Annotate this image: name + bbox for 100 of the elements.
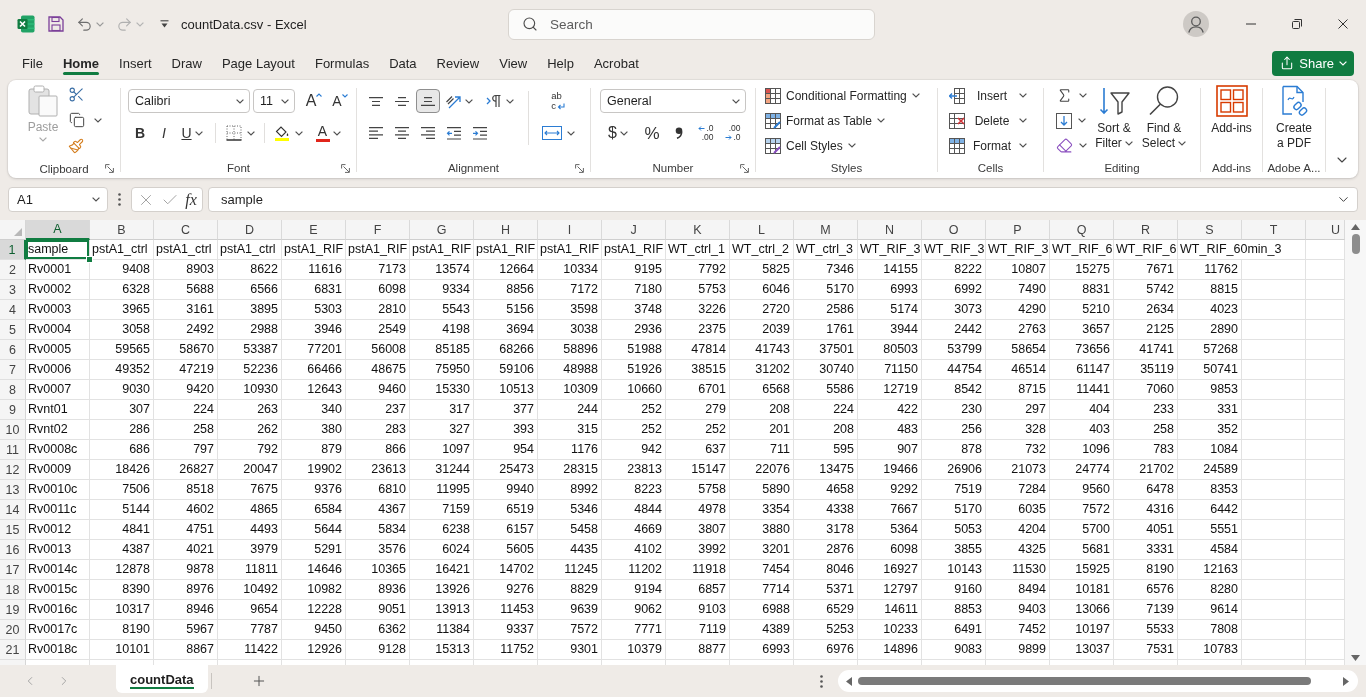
caret-icon[interactable] (92, 197, 100, 202)
spreadsheet-cell[interactable]: 5681 (1050, 540, 1114, 560)
spreadsheet-cell[interactable]: 53799 (922, 340, 986, 360)
caret-icon[interactable] (1079, 143, 1087, 148)
scissors-icon[interactable] (68, 85, 85, 103)
name-box[interactable]: A1 (8, 187, 108, 212)
spreadsheet-cell[interactable]: 75950 (410, 360, 474, 380)
dialog-launcher-icon[interactable] (341, 163, 350, 173)
spreadsheet-cell[interactable] (1242, 500, 1306, 520)
spreadsheet-cell[interactable]: 2890 (1178, 320, 1242, 340)
orientation-icon[interactable] (445, 93, 461, 109)
spreadsheet-cell[interactable]: 8622 (218, 260, 282, 280)
caret-icon[interactable] (332, 130, 341, 136)
spreadsheet-cell[interactable]: Rv0005 (26, 340, 90, 360)
spreadsheet-cell[interactable]: Rv0010c (26, 480, 90, 500)
format-as-table-button[interactable]: Format as Table (765, 108, 920, 133)
spreadsheet-cell[interactable]: 58896 (538, 340, 602, 360)
spreadsheet-cell[interactable]: 23813 (602, 460, 666, 480)
spreadsheet-cell[interactable]: 3354 (730, 500, 794, 520)
column-header[interactable]: R (1114, 220, 1178, 240)
spreadsheet-cell[interactable]: 5700 (1050, 520, 1114, 540)
spreadsheet-cell[interactable]: 3331 (1114, 540, 1178, 560)
spreadsheet-cell[interactable]: pstA1_RIF (282, 240, 346, 260)
dialog-launcher-icon[interactable] (575, 163, 584, 173)
spreadsheet-cell[interactable]: 8903 (154, 260, 218, 280)
spreadsheet-cell[interactable]: 85185 (410, 340, 474, 360)
sort-filter-button[interactable]: Sort & Filter (1088, 85, 1140, 151)
spreadsheet-cell[interactable] (1242, 580, 1306, 600)
spreadsheet-cell[interactable]: 2936 (602, 320, 666, 340)
caret-icon[interactable] (732, 98, 740, 104)
spreadsheet-cell[interactable]: 61147 (1050, 360, 1114, 380)
spreadsheet-cell[interactable]: 2549 (346, 320, 410, 340)
spreadsheet-cell[interactable]: 5825 (730, 260, 794, 280)
spreadsheet-cell[interactable]: 11453 (474, 600, 538, 620)
column-header[interactable]: O (922, 220, 986, 240)
ribbon-tab[interactable]: Formulas (304, 49, 380, 77)
ribbon-tab[interactable]: Review (426, 49, 490, 77)
fill-down-icon[interactable] (1056, 112, 1072, 129)
spreadsheet-cell[interactable]: WT_RIF_3 (922, 240, 986, 260)
spreadsheet-cell[interactable]: 9560 (1050, 480, 1114, 500)
align-bottom-button[interactable] (416, 89, 440, 113)
spreadsheet-cell[interactable]: 7159 (410, 500, 474, 520)
spreadsheet-cell[interactable]: 5303 (282, 300, 346, 320)
spreadsheet-cell[interactable]: 10379 (602, 640, 666, 660)
spreadsheet-cell[interactable]: pstA1_RIF (410, 240, 474, 260)
spreadsheet-cell[interactable]: 13066 (1050, 600, 1114, 620)
row-header[interactable]: 12 (0, 460, 26, 480)
spreadsheet-cell[interactable]: 1176 (538, 440, 602, 460)
spreadsheet-cell[interactable]: 422 (858, 400, 922, 420)
spreadsheet-cell[interactable]: 5170 (922, 500, 986, 520)
spreadsheet-cell[interactable] (1242, 320, 1306, 340)
spreadsheet-cell[interactable]: 71150 (858, 360, 922, 380)
spreadsheet-cell[interactable]: 3058 (90, 320, 154, 340)
spreadsheet-cell[interactable]: 9062 (602, 600, 666, 620)
find-select-button[interactable]: Find & Select (1140, 85, 1188, 151)
spreadsheet-cell[interactable]: 224 (794, 400, 858, 420)
spreadsheet-cell[interactable]: 878 (922, 440, 986, 460)
spreadsheet-cell[interactable]: 7667 (858, 500, 922, 520)
vertical-scrollbar[interactable] (1345, 220, 1366, 665)
spreadsheet-cell[interactable]: 8542 (922, 380, 986, 400)
spreadsheet-cell[interactable]: 6568 (730, 380, 794, 400)
spreadsheet-cell[interactable]: 31202 (730, 360, 794, 380)
spreadsheet-cell[interactable]: 10513 (474, 380, 538, 400)
ribbon-tab[interactable]: Acrobat (583, 49, 649, 77)
spreadsheet-cell[interactable]: 224 (154, 400, 218, 420)
spreadsheet-cell[interactable]: 403 (1050, 420, 1114, 440)
spreadsheet-cell[interactable]: 15313 (410, 640, 474, 660)
spreadsheet-cell[interactable]: 11384 (410, 620, 474, 640)
spreadsheet-cell[interactable] (1242, 600, 1306, 620)
spreadsheet-cell[interactable]: 7671 (1114, 260, 1178, 280)
spreadsheet-cell[interactable]: Rv0008c (26, 440, 90, 460)
spreadsheet-cell[interactable]: 6442 (1178, 500, 1242, 520)
scroll-right-icon[interactable] (1343, 676, 1349, 686)
spreadsheet-cell[interactable]: 230 (922, 400, 986, 420)
spreadsheet-cell[interactable]: 7771 (602, 620, 666, 640)
spreadsheet-cell[interactable]: 8946 (154, 600, 218, 620)
spreadsheet-cell[interactable]: 7452 (986, 620, 1050, 640)
spreadsheet-cell[interactable]: 404 (1050, 400, 1114, 420)
spreadsheet-cell[interactable]: 26827 (154, 460, 218, 480)
eraser-icon[interactable] (1056, 137, 1073, 154)
borders-icon[interactable] (225, 125, 242, 141)
spreadsheet-cell[interactable]: WT_ctrl_2 (730, 240, 794, 260)
spreadsheet-cell[interactable]: 5605 (474, 540, 538, 560)
spreadsheet-cell[interactable]: 14611 (858, 600, 922, 620)
spreadsheet-cell[interactable]: pstA1_RIF (538, 240, 602, 260)
spreadsheet-cell[interactable]: 53387 (218, 340, 282, 360)
spreadsheet-cell[interactable]: Rv0014c (26, 560, 90, 580)
spreadsheet-cell[interactable]: 7506 (90, 480, 154, 500)
spreadsheet-cell[interactable]: 2375 (666, 320, 730, 340)
spreadsheet-cell[interactable]: 9853 (1178, 380, 1242, 400)
spreadsheet-cell[interactable]: 797 (154, 440, 218, 460)
spreadsheet-cell[interactable]: 22076 (730, 460, 794, 480)
spreadsheet-cell[interactable] (1242, 400, 1306, 420)
spreadsheet-cell[interactable]: 208 (730, 400, 794, 420)
spreadsheet-cell[interactable]: 4367 (346, 500, 410, 520)
spreadsheet-cell[interactable]: Rv0016c (26, 600, 90, 620)
spreadsheet-cell[interactable]: 8715 (986, 380, 1050, 400)
spreadsheet-cell[interactable]: 49352 (90, 360, 154, 380)
spreadsheet-cell[interactable]: 9878 (154, 560, 218, 580)
spreadsheet-cell[interactable]: 8494 (986, 580, 1050, 600)
